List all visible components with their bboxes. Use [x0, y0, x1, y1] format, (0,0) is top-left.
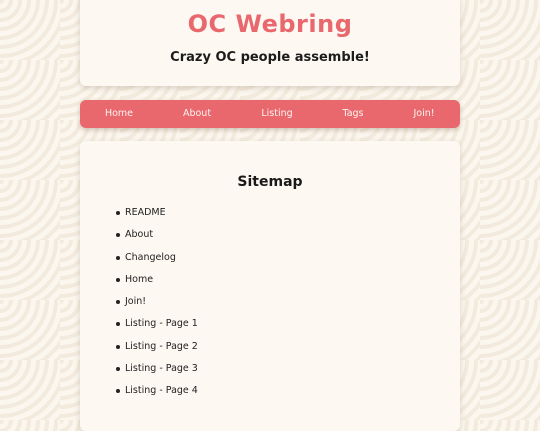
sitemap-link-listing-page-4[interactable]: Listing - Page 4 — [125, 385, 198, 396]
site-title[interactable]: OC Webring — [80, 10, 460, 38]
bullet-icon — [116, 255, 120, 260]
site-tagline: Crazy OC people assemble! — [170, 50, 370, 65]
list-item: Listing - Page 4 — [116, 384, 198, 406]
sitemap-link-readme[interactable]: README — [125, 207, 166, 218]
list-item: Join! — [116, 295, 198, 317]
sitemap-list: README About Changelog Home Join! Listin… — [116, 206, 198, 407]
sitemap-link-listing-page-1[interactable]: Listing - Page 1 — [125, 318, 198, 329]
bullet-icon — [116, 300, 120, 305]
bullet-icon — [116, 322, 120, 327]
list-item: Listing - Page 2 — [116, 340, 198, 362]
list-item: Listing - Page 3 — [116, 362, 198, 384]
nav-link-listing[interactable]: Listing — [261, 100, 292, 128]
sitemap-link-listing-page-3[interactable]: Listing - Page 3 — [125, 363, 198, 374]
list-item: Home — [116, 273, 198, 295]
bullet-icon — [116, 277, 120, 282]
list-item: Listing - Page 1 — [116, 317, 198, 339]
bullet-icon — [116, 344, 120, 349]
page-title: Sitemap — [237, 174, 303, 190]
main-nav: Home About Listing Tags Join! — [80, 100, 460, 128]
bullet-icon — [116, 233, 120, 238]
sitemap-link-home[interactable]: Home — [125, 274, 153, 285]
nav-link-about[interactable]: About — [183, 100, 211, 128]
sitemap-panel: Sitemap README About Changelog Home Join… — [80, 141, 460, 431]
list-item: About — [116, 228, 198, 250]
site-header: OC Webring Crazy OC people assemble! — [80, 0, 460, 86]
nav-link-home[interactable]: Home — [105, 100, 133, 128]
bullet-icon — [116, 211, 120, 215]
nav-link-tags[interactable]: Tags — [342, 100, 363, 128]
list-item: README — [116, 206, 198, 228]
sitemap-link-about[interactable]: About — [125, 229, 153, 240]
sitemap-link-changelog[interactable]: Changelog — [125, 252, 176, 263]
nav-link-join[interactable]: Join! — [413, 100, 434, 128]
sitemap-link-join[interactable]: Join! — [125, 296, 146, 307]
list-item: Changelog — [116, 251, 198, 273]
sitemap-link-listing-page-2[interactable]: Listing - Page 2 — [125, 341, 198, 352]
bullet-icon — [116, 389, 120, 394]
bullet-icon — [116, 367, 120, 372]
